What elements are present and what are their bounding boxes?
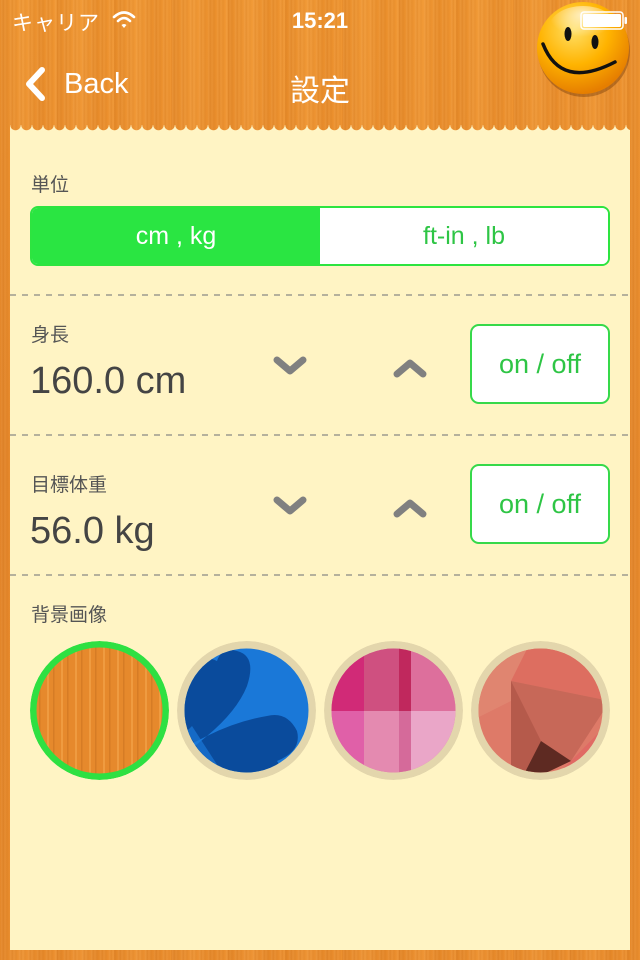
battery-icon bbox=[580, 11, 628, 30]
height-decrease-chevron-down-icon[interactable] bbox=[272, 354, 308, 378]
height-label: 身長 bbox=[31, 325, 70, 346]
section-divider bbox=[10, 434, 630, 436]
background-option-blue-clover[interactable] bbox=[177, 641, 316, 780]
weight-decrease-chevron-down-icon[interactable] bbox=[272, 494, 308, 518]
section-divider bbox=[10, 294, 630, 296]
background-option-coral-polygon[interactable] bbox=[471, 641, 610, 780]
units-option-imperial[interactable]: ft-in , lb bbox=[320, 208, 608, 264]
weight-on-off-toggle[interactable]: on / off bbox=[470, 464, 610, 544]
section-divider bbox=[10, 574, 630, 576]
background-option-pink-plaid[interactable] bbox=[324, 641, 463, 780]
navigation-bar: Back 設定 bbox=[0, 56, 640, 112]
page-title: 設定 bbox=[290, 75, 350, 108]
height-increase-chevron-up-icon[interactable] bbox=[392, 356, 428, 380]
units-segmented-control[interactable]: cm , kg ft-in , lb bbox=[30, 206, 610, 266]
height-value: 160.0 cm bbox=[30, 360, 187, 402]
units-option-metric[interactable]: cm , kg bbox=[32, 208, 320, 264]
target-weight-label: 目標体重 bbox=[31, 475, 108, 496]
weight-increase-chevron-up-icon[interactable] bbox=[392, 496, 428, 520]
background-image-label: 背景画像 bbox=[31, 605, 108, 626]
background-option-wood[interactable] bbox=[30, 641, 169, 780]
units-label: 単位 bbox=[31, 175, 70, 196]
target-weight-value: 56.0 kg bbox=[30, 510, 155, 552]
height-on-off-toggle[interactable]: on / off bbox=[470, 324, 610, 404]
